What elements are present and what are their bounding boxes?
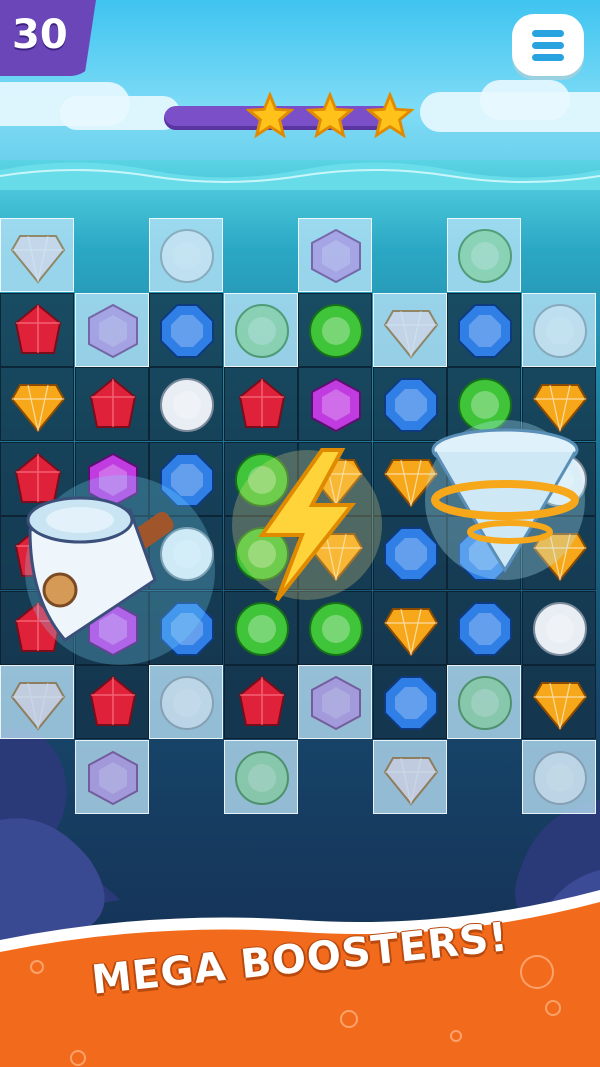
red-gem-icon (238, 675, 285, 726)
red-gem-icon (238, 377, 285, 428)
hex-purple-gem-icon (311, 228, 361, 284)
gem-tile[interactable] (372, 590, 447, 665)
ice-block-tile[interactable] (447, 218, 521, 292)
hex-purple-gem-icon (87, 303, 138, 358)
ice-block-tile[interactable] (149, 665, 223, 739)
blue-gem-icon (458, 303, 512, 358)
blue-gem-icon (458, 601, 512, 656)
bubble (340, 1010, 358, 1028)
star-icon (306, 92, 354, 139)
bubble (70, 1050, 86, 1066)
bubble (450, 1030, 462, 1042)
white-gem-icon (532, 601, 587, 656)
ice-block-tile[interactable] (223, 292, 298, 367)
bubble (30, 960, 44, 974)
gem-tile[interactable] (521, 590, 596, 665)
ice-block-tile[interactable] (0, 665, 74, 739)
gem-tile[interactable] (372, 665, 447, 739)
ice-block-tile[interactable] (372, 739, 447, 814)
gem-tile[interactable] (74, 367, 149, 441)
gem-tile[interactable] (74, 665, 149, 739)
bubble (520, 955, 554, 989)
moves-counter: 30 (0, 0, 96, 76)
yellow-gem-icon (383, 607, 438, 657)
round-white-gem-icon (160, 676, 214, 730)
gem-tile[interactable] (0, 292, 74, 367)
ice-block-tile[interactable] (447, 665, 521, 739)
ice-block-tile[interactable] (0, 218, 74, 292)
ice-block-tile[interactable] (298, 218, 372, 292)
white-gem-icon (160, 378, 214, 432)
gem-tile[interactable] (447, 590, 521, 665)
gem-tile[interactable] (149, 292, 223, 367)
ice-block-tile[interactable] (521, 739, 596, 814)
hex-purple-gem-icon (87, 750, 138, 805)
round-green-gem-icon (234, 750, 289, 805)
ice-block-tile[interactable] (223, 739, 298, 814)
ice-block-tile[interactable] (74, 292, 149, 367)
gem-tile[interactable] (0, 367, 74, 441)
cloud (480, 80, 570, 120)
red-gem-icon (89, 675, 136, 726)
gem-tile[interactable] (223, 665, 298, 739)
red-gem-icon (89, 377, 136, 428)
ice-block-tile[interactable] (521, 292, 596, 367)
lightning-bolt-icon[interactable] (232, 440, 382, 610)
red-gem-icon (14, 303, 62, 354)
diamond-white-gem-icon (383, 756, 438, 806)
ice-block-tile[interactable] (149, 218, 223, 292)
yellow-gem-icon (10, 384, 66, 433)
diamond-white-gem-icon (10, 235, 66, 284)
hex-purple-gem-icon (311, 675, 361, 731)
round-white-gem-icon (532, 303, 587, 358)
green-gem-icon (309, 303, 363, 358)
blue-gem-icon (383, 676, 438, 730)
round-green-gem-icon (458, 676, 512, 730)
round-green-gem-icon (458, 229, 512, 283)
ice-block-tile[interactable] (74, 739, 149, 814)
gem-tile[interactable] (223, 367, 298, 441)
round-white-gem-icon (532, 750, 587, 805)
yellow-gem-icon (532, 682, 587, 731)
diamond-white-gem-icon (10, 682, 66, 731)
water-surface (0, 162, 600, 190)
star-icon (366, 92, 414, 139)
menu-button[interactable] (512, 14, 584, 76)
diamond-white-gem-icon (383, 309, 438, 359)
round-white-gem-icon (160, 229, 214, 283)
gem-tile[interactable] (447, 292, 521, 367)
ice-block-tile[interactable] (372, 292, 447, 367)
purple-gem-icon (311, 377, 361, 433)
hamburger-menu-icon (532, 30, 564, 37)
gem-tile[interactable] (298, 292, 372, 367)
hammer-icon[interactable] (10, 470, 230, 670)
gem-tile[interactable] (298, 367, 372, 441)
round-green-gem-icon (234, 303, 289, 358)
bubble (545, 1000, 561, 1016)
star-icon (246, 92, 294, 139)
tornado-icon[interactable] (420, 420, 590, 590)
gem-tile[interactable] (149, 367, 223, 441)
ice-block-tile[interactable] (298, 665, 372, 739)
gem-tile[interactable] (521, 665, 596, 739)
cloud (60, 96, 180, 130)
moves-value: 30 (12, 12, 68, 58)
blue-gem-icon (160, 303, 214, 358)
